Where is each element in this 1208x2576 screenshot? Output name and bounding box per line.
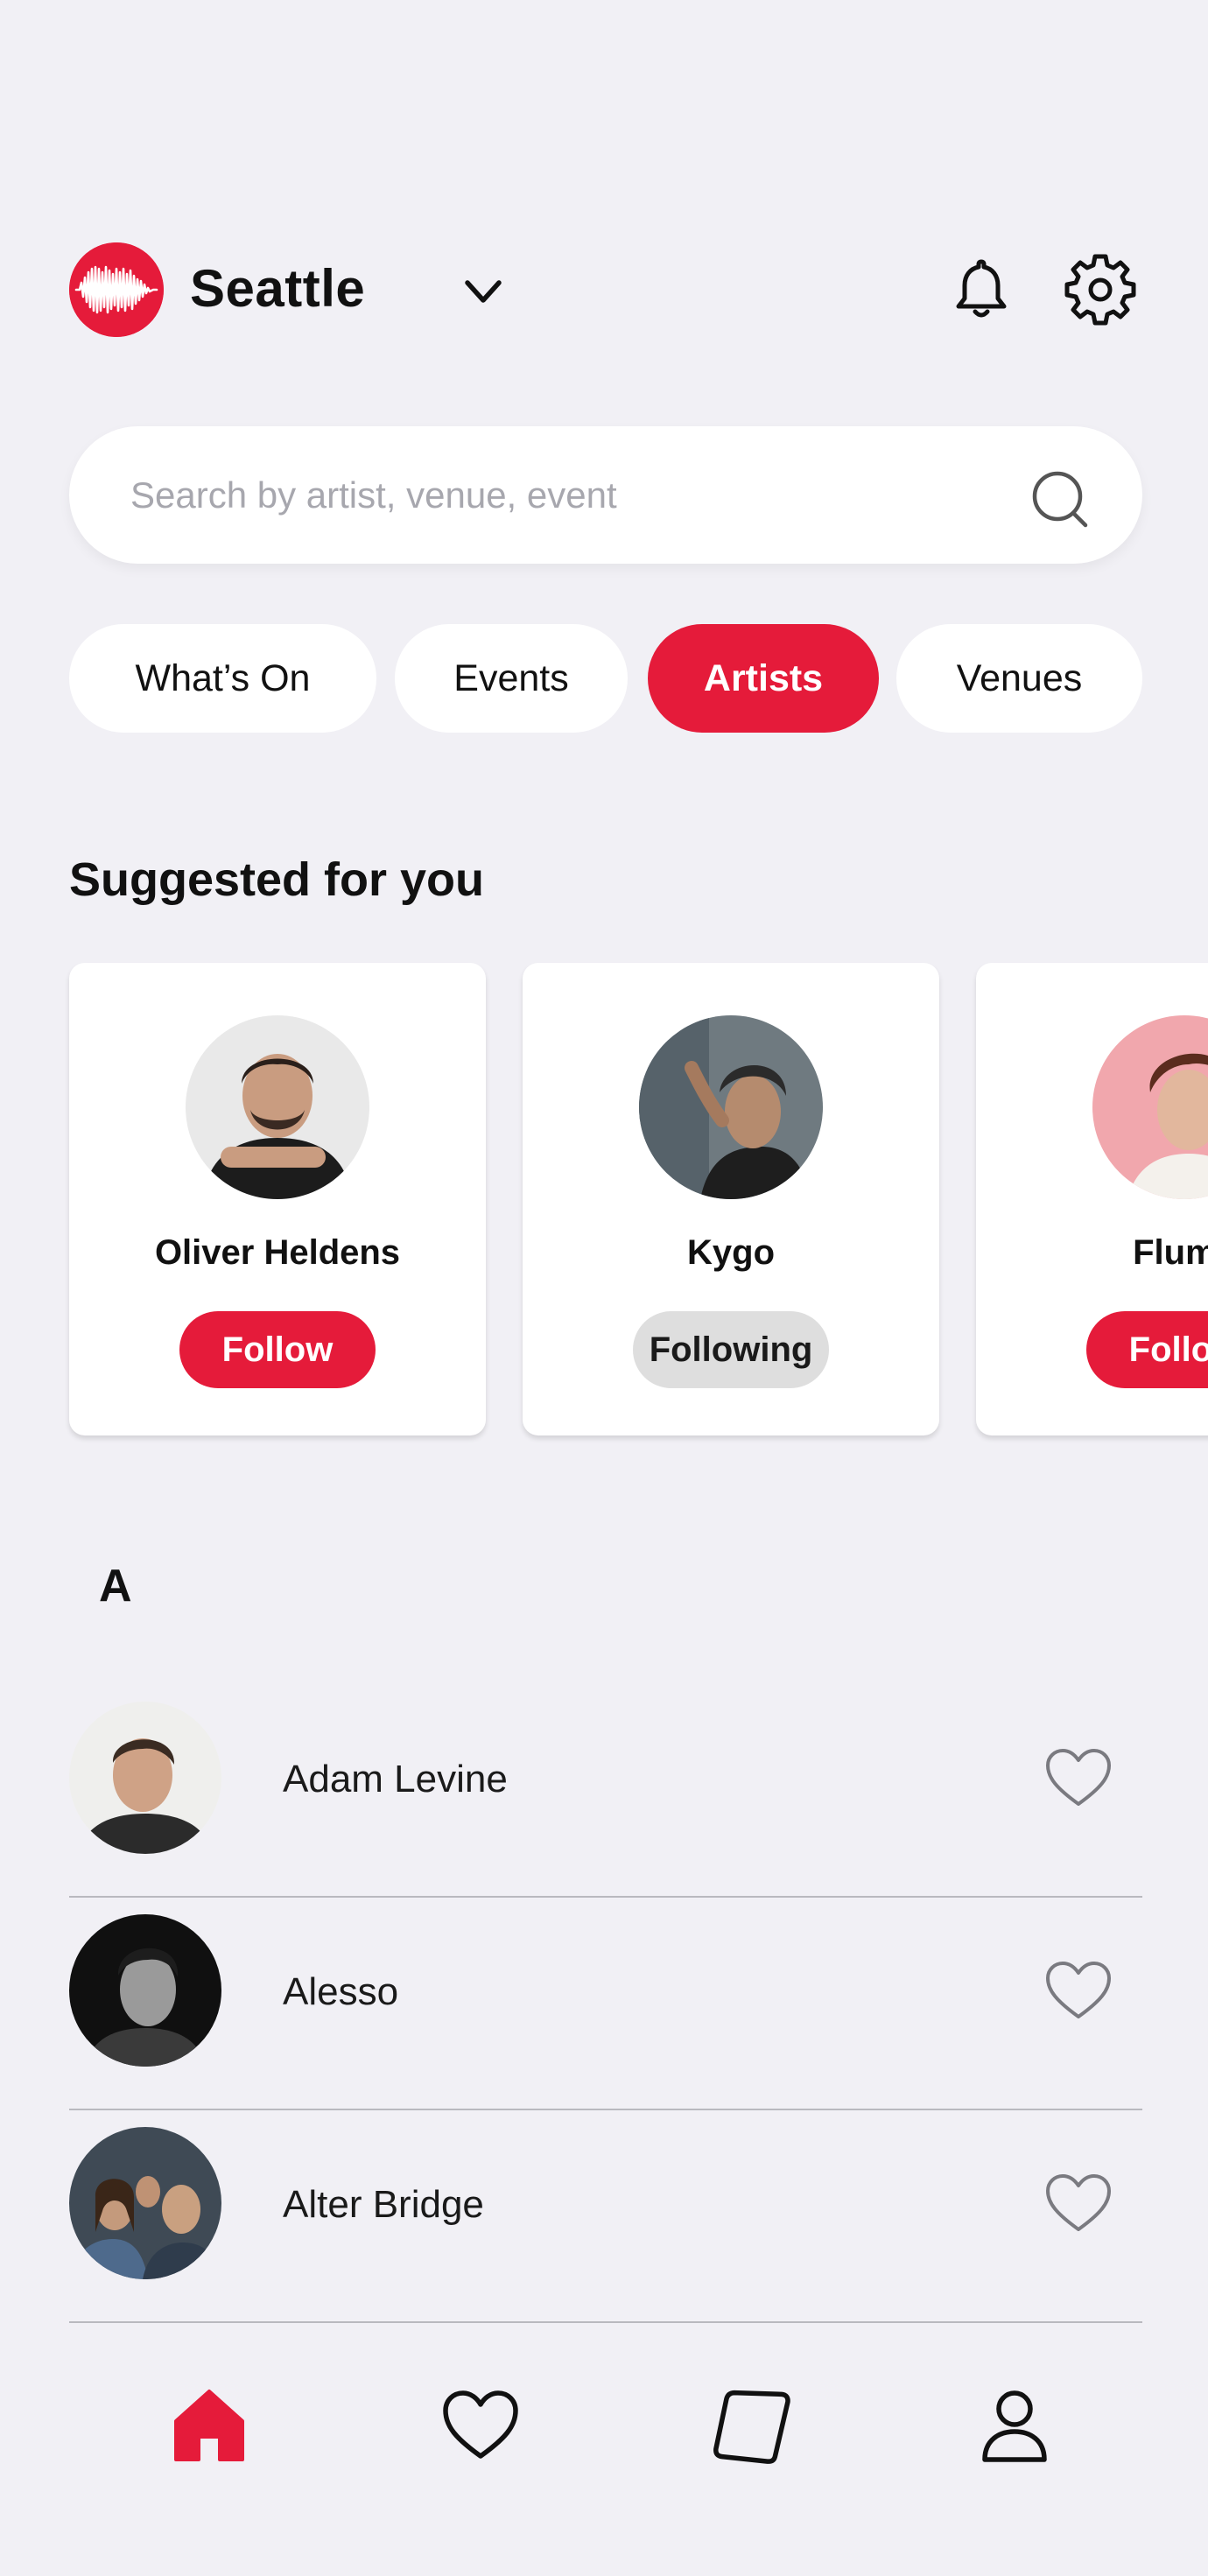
list-item[interactable]: Adam Levine [69,1685,1142,1898]
home-icon[interactable] [167,2383,251,2467]
bottom-navigation [0,2328,1208,2521]
avatar [1092,1015,1208,1199]
artist-card[interactable]: Flume Follow [976,963,1208,1435]
avatar [69,1702,221,1854]
artist-name: Alesso [283,1970,399,2013]
tab-venues[interactable]: Venues [896,624,1142,733]
app-screen: Seattle What [0,0,1208,2576]
follow-button[interactable]: Follow [1086,1311,1208,1388]
tab-whats-on[interactable]: What’s On [69,624,376,733]
avatar [639,1015,823,1199]
list-item[interactable]: Alesso [69,1898,1142,2110]
search-bar [69,426,1142,564]
artist-list: Adam Levine Alesso Alter Bridge [69,1685,1142,2323]
category-tabs: What’s On Events Artists Venues [69,624,1142,733]
ticket-icon[interactable] [710,2383,794,2467]
search-input[interactable] [130,426,1006,564]
artist-name: Kygo [687,1233,775,1272]
avatar [69,2127,221,2279]
artist-card[interactable]: Oliver Heldens Follow [69,963,486,1435]
chevron-down-icon[interactable] [459,267,508,316]
heart-icon[interactable] [1041,1954,1116,2029]
following-button[interactable]: Following [633,1311,829,1388]
artist-name: Adam Levine [283,1758,508,1800]
tab-events[interactable]: Events [395,624,628,733]
section-title-suggested: Suggested for you [69,853,485,906]
tab-artists[interactable]: Artists [648,624,879,733]
section-letter: A [99,1561,132,1611]
city-name[interactable]: Seattle [190,256,365,322]
suggested-carousel[interactable]: Oliver Heldens Follow Kygo Following Flu… [0,963,1208,1444]
artist-name: Oliver Heldens [154,1233,401,1272]
header: Seattle [69,241,1139,337]
heart-icon[interactable] [439,2383,523,2467]
search-icon[interactable] [1026,465,1094,533]
artist-card[interactable]: Kygo Following [523,963,939,1435]
artist-name: Alter Bridge [283,2183,484,2226]
list-item[interactable]: Alter Bridge [69,2110,1142,2323]
soundwave-logo-icon[interactable] [69,242,164,337]
avatar [69,1914,221,2067]
gear-icon[interactable] [1064,253,1137,326]
heart-icon[interactable] [1041,1741,1116,1816]
heart-icon[interactable] [1041,2166,1116,2242]
user-icon[interactable] [973,2383,1057,2467]
follow-button[interactable]: Follow [179,1311,376,1388]
avatar [186,1015,369,1199]
bell-icon[interactable] [945,253,1018,326]
artist-name: Flume [1133,1233,1208,1272]
